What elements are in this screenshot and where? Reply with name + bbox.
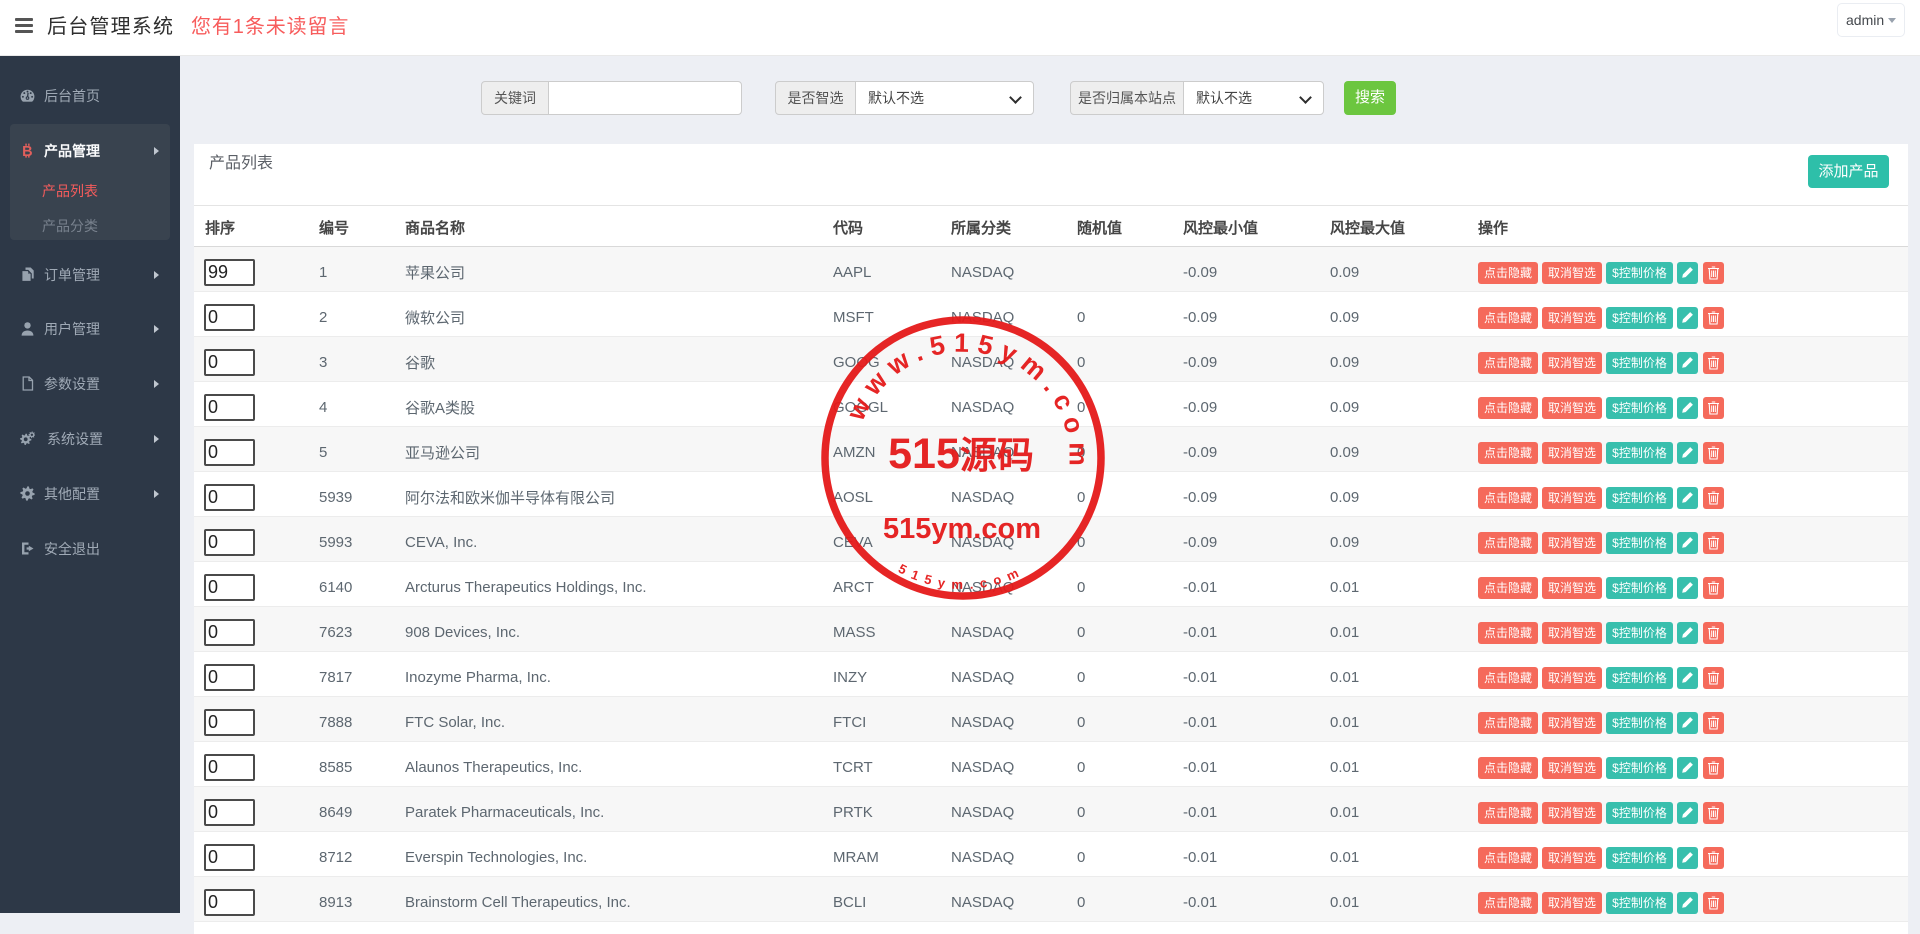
svg-text:B: B — [22, 144, 32, 158]
